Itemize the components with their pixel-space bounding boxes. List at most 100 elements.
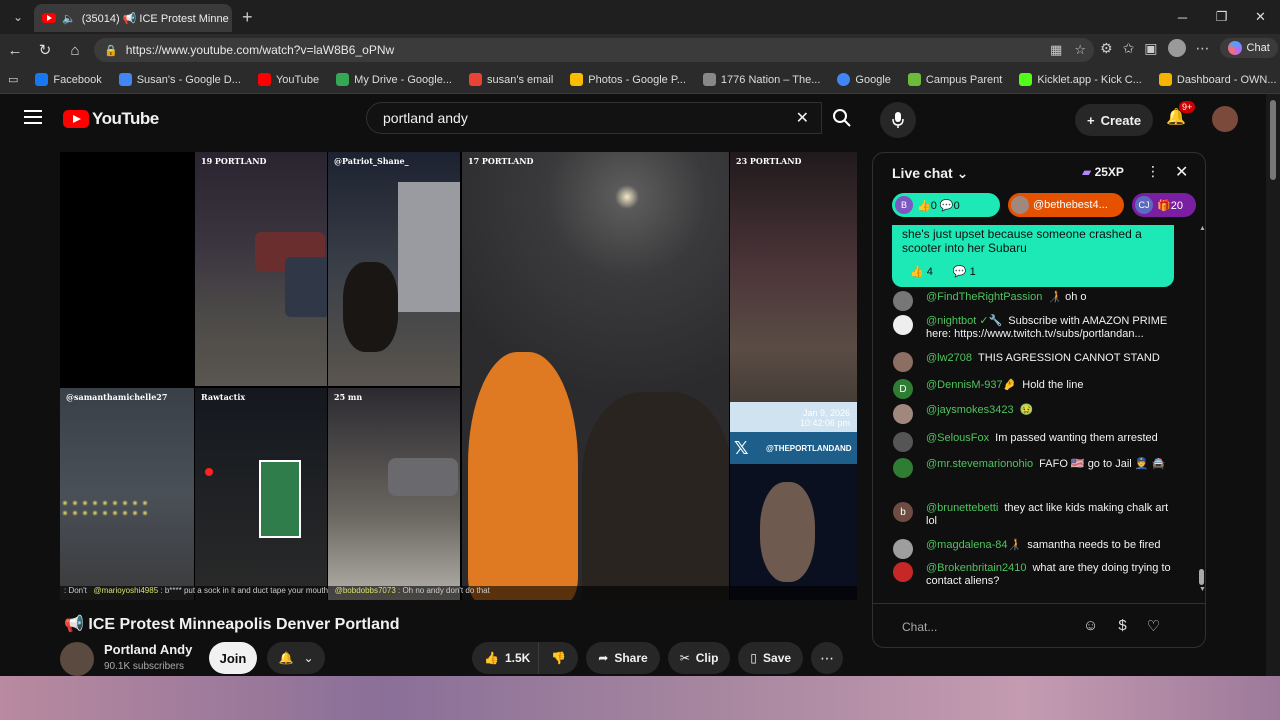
chat-message[interactable]: @FindTheRightPassion 🧑‍🦯 oh o (893, 291, 1173, 311)
emoji-icon[interactable]: ☺ (1083, 617, 1098, 635)
bookmark-youtube[interactable]: YouTube (257, 73, 319, 86)
super-chat-icon[interactable]: $ (1118, 617, 1126, 635)
bookmark-google-docs[interactable]: Susan's - Google D... (118, 73, 241, 86)
account-avatar[interactable] (1212, 106, 1238, 132)
chat-scroll-thumb[interactable] (1199, 569, 1204, 585)
chat-input[interactable]: Chat... ☺ $ ♡ (873, 603, 1205, 647)
campus-parent-icon (907, 73, 921, 86)
page-scroll-thumb[interactable] (1270, 100, 1276, 180)
chat-message[interactable]: @Brokenbritain2410 what are they doing tr… (893, 562, 1173, 588)
ticker-user: @bobdobbs7073 (334, 586, 396, 595)
home-icon[interactable]: ⌂ (60, 42, 90, 59)
scroll-down-icon[interactable]: ▼ (1199, 586, 1205, 593)
chat-message[interactable]: @nightbot ✓🔧 Subscribe with AMAZON PRIME … (893, 315, 1173, 341)
ticker-message: : Oh no andy don't do that (398, 586, 490, 595)
pinned-reply[interactable]: 💬 1 (953, 265, 976, 279)
video-tile-bottom-1: @samanthamichelle27 (60, 388, 194, 600)
bookmark-label: Campus Parent (925, 73, 1003, 86)
ticker-item[interactable]: @bethebest4... (1008, 193, 1124, 217)
video-player[interactable]: 19 PORTLAND @Patriot_Shane_ 17 PORTLAND … (60, 152, 857, 600)
tab-list-chevron-icon[interactable]: ⌄ (4, 3, 32, 31)
url-text: https://www.youtube.com/watch?v=laW8B6_o… (125, 43, 395, 57)
heart-icon[interactable]: ♡ (1147, 617, 1160, 635)
chat-avatar (893, 352, 913, 372)
chat-message[interactable]: @mr.stevemarionohio FAFO 🇺🇸 go to Jail 👮 … (893, 458, 1173, 478)
chat-message[interactable]: @SelousFox Im passed wanting them arreste… (893, 432, 1173, 452)
ticker-item[interactable]: CJ 🎁20 (1132, 193, 1196, 217)
extensions-icon[interactable]: ⚙ (1100, 40, 1113, 57)
chat-message[interactable]: @lw2708 THIS AGRESSION CANNOT STAND (893, 352, 1173, 372)
chat-scrollbar[interactable]: ▲ ▼ (1199, 225, 1205, 593)
video-tile-right-top: 23 PORTLAND Jan 9, 2026 10:42:06 pm (730, 152, 857, 432)
settings-more-icon[interactable]: ⋯ (1196, 40, 1210, 57)
bookmark-google[interactable]: Google (837, 73, 891, 86)
join-button[interactable]: Join (209, 642, 257, 674)
gmail-icon (468, 73, 482, 86)
notifications-bell-icon[interactable]: 🔔 9+ (1166, 101, 1196, 127)
favorites-icon[interactable]: ✩ (1123, 40, 1135, 57)
plus-icon: + (1087, 112, 1095, 128)
reload-icon[interactable]: ↻ (30, 41, 60, 59)
close-chat-icon[interactable]: ✕ (1175, 162, 1188, 182)
video-chat-ticker: : Don't @marioyoshi4985 : b**** put a so… (60, 586, 857, 600)
more-actions-icon[interactable]: ⋯ (811, 642, 844, 674)
minimize-icon[interactable]: ─ (1163, 0, 1202, 34)
bookmark-photos[interactable]: Photos - Google P... (570, 73, 686, 86)
voice-search-mic-icon[interactable] (880, 102, 916, 138)
chat-message[interactable]: @magdalena-84🧑‍🦯 samantha needs to be fir… (893, 539, 1173, 559)
window-close-icon[interactable]: ✕ (1241, 0, 1280, 34)
timestamp-time: 10:42:06 pm (799, 418, 850, 428)
speaker-icon[interactable]: 🔈 (62, 12, 76, 25)
bookmark-facebook[interactable]: Facebook (35, 73, 102, 86)
search-button[interactable] (822, 102, 862, 134)
bookmark-dashboard[interactable]: Dashboard - OWN... (1158, 73, 1277, 86)
site-info-icon[interactable]: 🔒 (104, 44, 118, 57)
pinned-like[interactable]: 👍 4 (910, 265, 933, 279)
reading-list-icon[interactable]: ▭ (8, 73, 18, 86)
page-scrollbar[interactable] (1266, 94, 1280, 676)
chat-message[interactable]: b @brunettebetti they act like kids makin… (893, 502, 1173, 528)
live-chat-mode-dropdown[interactable]: Live chat ⌄ (892, 165, 968, 182)
ticker-item[interactable]: B 👍0 💬0 (892, 193, 1000, 217)
clear-search-icon[interactable]: ✕ (796, 108, 809, 128)
collections-icon[interactable]: ▣ (1144, 40, 1157, 57)
share-button[interactable]: ➦ Share (586, 642, 660, 674)
copilot-chat-button[interactable]: Chat (1219, 38, 1278, 58)
ticker-text: @bethebest4... (1033, 199, 1108, 211)
browser-tab-active[interactable]: 🔈 (35014) 📢 ICE Protest Minne ✕ (34, 4, 232, 32)
youtube-logo-text: YouTube (92, 109, 159, 128)
clip-button[interactable]: ✂ Clip (667, 642, 731, 674)
ticker-avatar (1011, 196, 1029, 214)
save-button[interactable]: ▯ Save (738, 642, 804, 674)
search-input[interactable]: portland andy ✕ (366, 102, 822, 134)
new-tab-plus-icon[interactable]: + (242, 7, 253, 28)
profile-avatar[interactable] (1167, 39, 1186, 57)
bookmark-drive[interactable]: My Drive - Google... (336, 73, 452, 86)
create-button[interactable]: + Create (1075, 104, 1154, 136)
maximize-icon[interactable]: ❐ (1202, 0, 1241, 34)
channel-name[interactable]: Portland Andy (104, 642, 192, 657)
bookmark-1776-nation[interactable]: 1776 Nation – The... (702, 73, 820, 86)
favorite-star-icon[interactable]: ☆ (1074, 42, 1086, 58)
bookmark-email[interactable]: susan's email (468, 73, 553, 86)
hamburger-menu-icon[interactable] (24, 110, 42, 124)
subscription-notifications-button[interactable]: 🔔 ⌄ (267, 642, 325, 674)
xp-indicator[interactable]: ▰ 25XP (1082, 165, 1124, 179)
ticker-user: @marioyoshi4985 (93, 586, 159, 595)
like-button[interactable]: 👍 1.5K (472, 642, 539, 674)
youtube-logo[interactable]: YouTube (63, 109, 159, 129)
scroll-up-icon[interactable]: ▲ (1199, 225, 1205, 232)
chat-message[interactable]: D @DennisM-937🤌 Hold the line (893, 379, 1173, 399)
bookmark-kicklet[interactable]: Kicklet.app - Kick C... (1019, 73, 1142, 86)
chat-message[interactable]: @jaysmokes3423 🤢 (893, 404, 1173, 424)
apps-grid-icon[interactable]: ▦ (1050, 42, 1062, 58)
dislike-button[interactable]: 👎 (538, 642, 579, 674)
channel-avatar[interactable] (60, 642, 94, 676)
bookmark-campus-parent[interactable]: Campus Parent (907, 73, 1003, 86)
back-arrow-icon[interactable]: ← (0, 42, 30, 59)
chat-more-options-icon[interactable]: ⋮ (1146, 163, 1160, 180)
pinned-message[interactable]: she's just upset because someone crashed… (892, 225, 1174, 287)
bookmark-label: Dashboard - OWN... (1176, 73, 1277, 86)
url-field[interactable]: 🔒 https://www.youtube.com/watch?v=laW8B6… (94, 38, 1094, 62)
save-label: Save (763, 651, 792, 665)
